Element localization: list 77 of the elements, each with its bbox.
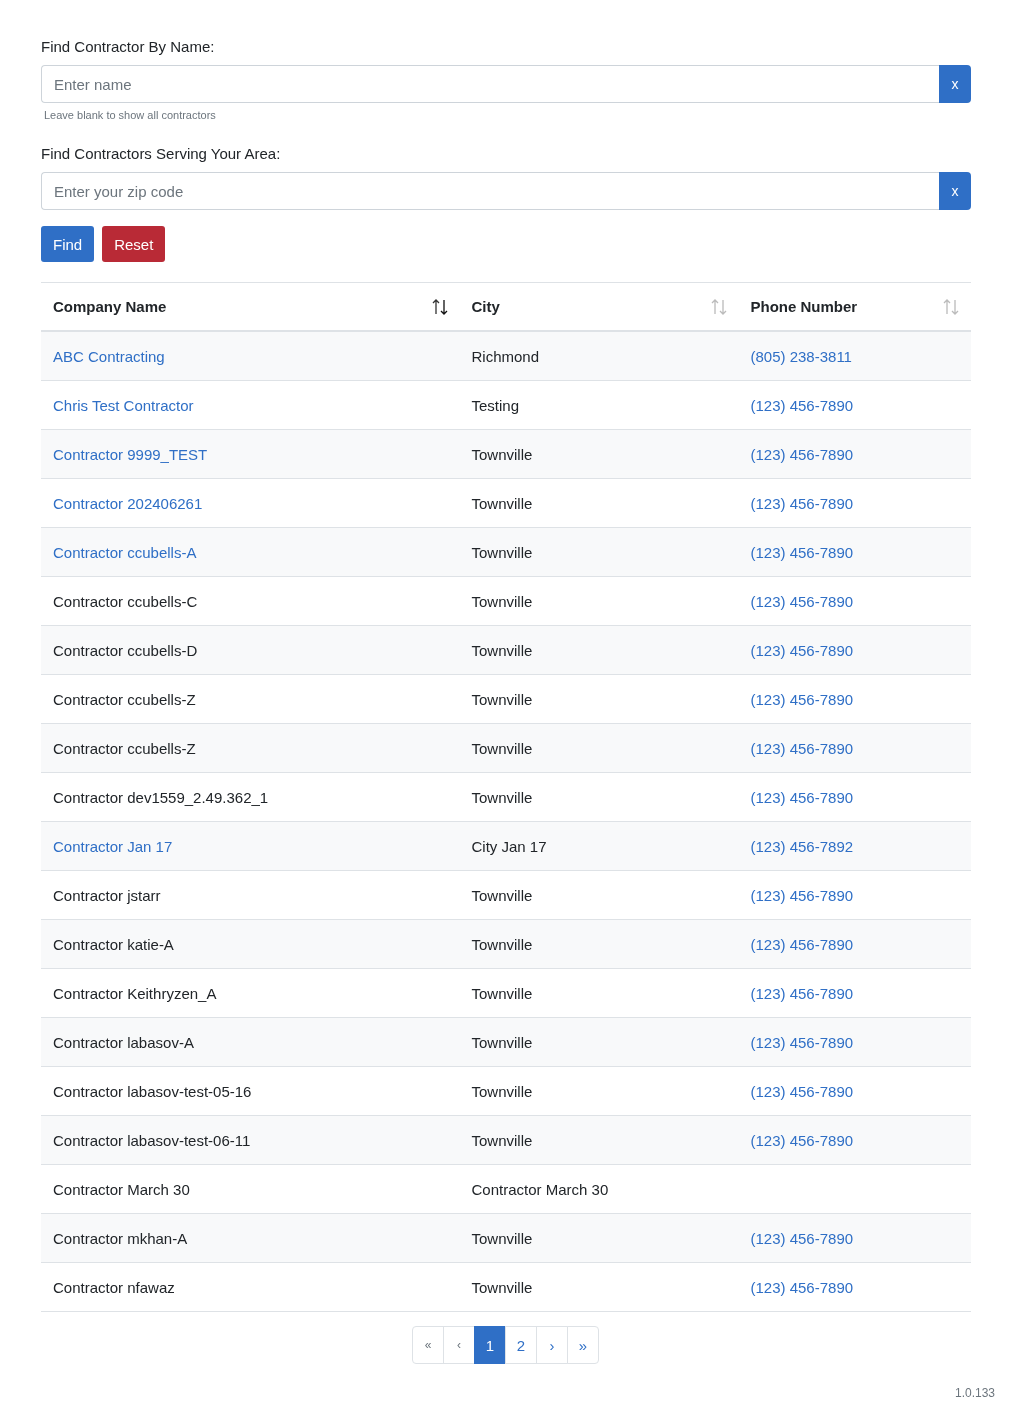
city-text: Townville	[471, 935, 533, 953]
phone-link[interactable]: (123) 456-7890	[750, 445, 854, 463]
company-name: Contractor ccubells-Z	[53, 739, 196, 757]
phone-link[interactable]: (805) 238-3811	[750, 347, 852, 365]
column-header[interactable]: Phone Number	[750, 298, 858, 315]
phone-link[interactable]: (123) 456-7890	[750, 690, 854, 708]
city-text: Townville	[471, 445, 533, 463]
company-link[interactable]: Contractor ccubells-A	[53, 543, 197, 561]
clear-button[interactable]: x	[939, 65, 971, 103]
city-text: Townville	[471, 1033, 533, 1051]
company-name: Contractor ccubells-D	[53, 641, 198, 659]
company-link[interactable]: Contractor Jan 17	[53, 837, 173, 855]
name-field[interactable]: Enter name	[41, 65, 939, 103]
city-text: Townville	[471, 984, 533, 1002]
company-name: Contractor mkhan-A	[53, 1229, 188, 1247]
phone-link[interactable]: (123) 456-7890	[750, 396, 854, 414]
phone-link[interactable]: (123) 456-7890	[750, 984, 854, 1002]
city-text: Townville	[471, 1229, 533, 1247]
company-name: Contractor ccubells-C	[53, 592, 198, 610]
company-link[interactable]: Contractor 9999_TEST	[53, 445, 208, 463]
column-header[interactable]: Company Name	[53, 298, 167, 315]
city-text: Testing	[471, 396, 520, 414]
city-text: Townville	[471, 543, 533, 561]
sort-icon[interactable]	[431, 297, 448, 316]
phone-link[interactable]: (123) 456-7890	[750, 494, 854, 512]
page-button[interactable]: ›	[536, 1326, 568, 1364]
column-header[interactable]: City	[471, 298, 500, 315]
page-button[interactable]: 1	[474, 1326, 506, 1364]
company-name: Contractor katie-A	[53, 935, 174, 953]
city-text: Townville	[471, 690, 533, 708]
company-name: Contractor labasov-test-05-16	[53, 1082, 252, 1100]
page-button[interactable]: »	[567, 1326, 599, 1364]
phone-link[interactable]: (123) 456-7890	[750, 543, 854, 561]
company-name: Contractor ccubells-Z	[53, 690, 196, 708]
company-link[interactable]: Chris Test Contractor	[53, 396, 194, 414]
company-name: Contractor jstarr	[53, 886, 161, 904]
city-text: Townville	[471, 739, 533, 757]
city-text: Contractor March 30	[471, 1180, 609, 1198]
clear-button[interactable]: x	[939, 172, 971, 210]
company-name: Contractor labasov-A	[53, 1033, 194, 1051]
page-button[interactable]: 2	[505, 1326, 537, 1364]
city-text: Richmond	[471, 347, 540, 365]
city-text: Townville	[471, 494, 533, 512]
city-text: Townville	[471, 592, 533, 610]
city-text: Townville	[471, 1278, 533, 1296]
phone-link[interactable]: (123) 456-7890	[750, 592, 854, 610]
phone-link[interactable]: (123) 456-7892	[750, 837, 854, 855]
company-name: Contractor Keithryzen_A	[53, 984, 217, 1002]
find-button[interactable]: Find	[41, 226, 95, 262]
field-label: Find Contractors Serving Your Area:	[41, 145, 281, 162]
city-text: Townville	[471, 1082, 533, 1100]
company-name: Contractor March 30	[53, 1180, 190, 1198]
company-link[interactable]: Contractor 202406261	[53, 494, 203, 512]
help-text: Leave blank to show all contractors	[44, 109, 217, 121]
city-text: City Jan 17	[471, 837, 547, 855]
phone-link[interactable]: (123) 456-7890	[750, 788, 854, 806]
phone-link[interactable]: (123) 456-7890	[750, 1033, 854, 1051]
city-text: Townville	[471, 641, 533, 659]
city-text: Townville	[471, 886, 533, 904]
phone-link[interactable]: (123) 456-7890	[750, 935, 854, 953]
phone-link[interactable]: (123) 456-7890	[750, 1082, 854, 1100]
city-text: Townville	[471, 1131, 533, 1149]
version-text: 1.0.133	[954, 1386, 995, 1400]
company-link[interactable]: ABC Contracting	[53, 347, 165, 365]
phone-link[interactable]: (123) 456-7890	[750, 1229, 854, 1247]
phone-link[interactable]: (123) 456-7890	[750, 886, 854, 904]
phone-link[interactable]: (123) 456-7890	[750, 739, 854, 757]
reset-button[interactable]: Reset	[102, 226, 166, 262]
phone-link[interactable]: (123) 456-7890	[750, 641, 854, 659]
phone-link[interactable]: (123) 456-7890	[750, 1278, 854, 1296]
city-text: Townville	[471, 788, 533, 806]
company-name: Contractor labasov-test-06-11	[53, 1131, 251, 1149]
zip-field[interactable]: Enter your zip code	[41, 172, 939, 210]
phone-link[interactable]: (123) 456-7890	[750, 1131, 854, 1149]
field-label: Find Contractor By Name:	[41, 38, 215, 55]
company-name: Contractor nfawaz	[53, 1278, 175, 1296]
company-name: Contractor dev1559_2.49.362_1	[53, 788, 269, 806]
